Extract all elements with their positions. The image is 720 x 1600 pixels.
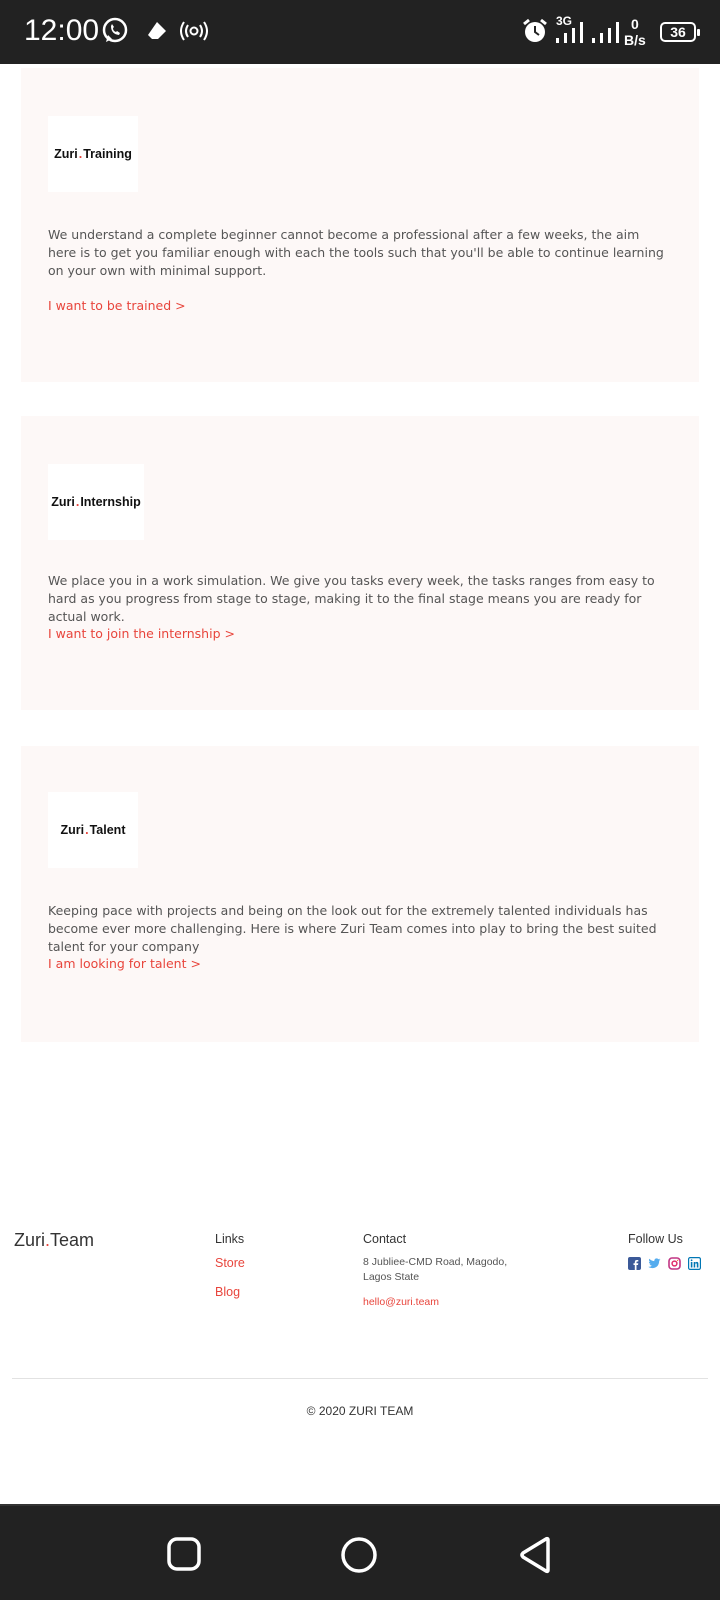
navigation-bar (0, 1504, 720, 1600)
talent-logo: Zuri. Talent (48, 792, 138, 868)
internship-description: We place you in a work simulation. We gi… (48, 573, 655, 624)
internship-link[interactable]: I want to join the internship > (48, 626, 235, 641)
logo-prefix: Zuri (14, 1230, 45, 1250)
talent-description: Keeping pace with projects and being on … (48, 903, 657, 954)
contact-title: Contact (363, 1232, 407, 1246)
whatsapp-icon (102, 17, 128, 43)
follow-title: Follow Us (628, 1232, 683, 1246)
logo-suffix: Team (50, 1230, 95, 1250)
internship-logo: Zuri. Internship (48, 464, 144, 540)
training-link[interactable]: I want to be trained > (48, 298, 186, 313)
instagram-icon[interactable] (668, 1257, 681, 1270)
footer-logo[interactable]: Zuri.Team (14, 1230, 94, 1251)
talent-card: Zuri. Talent Keeping pace with projects a… (21, 746, 699, 1042)
network-speed: 0 B/s (624, 16, 646, 48)
eraser-icon (148, 22, 166, 39)
hotspot-icon (180, 21, 208, 41)
logo-prefix: Zuri (54, 147, 78, 161)
recents-button[interactable] (166, 1536, 202, 1572)
blog-link[interactable]: Blog (215, 1285, 240, 1299)
battery-icon: 36 (660, 22, 700, 42)
back-button[interactable] (518, 1536, 554, 1574)
training-description: We understand a complete beginner cannot… (48, 227, 664, 278)
logo-prefix: Zuri (60, 823, 85, 837)
twitter-icon[interactable] (648, 1257, 661, 1270)
status-time: 12:00 (24, 14, 100, 47)
signal-icon (556, 22, 583, 43)
contact-address: 8 Jubliee-CMD Road, Magodo, Lagos State (363, 1256, 508, 1283)
talent-link[interactable]: I am looking for talent > (48, 956, 201, 971)
network-speed-value: 0 (631, 16, 639, 32)
signal-icon (592, 22, 619, 43)
training-logo: Zuri. Training (48, 116, 138, 192)
copyright: © 2020 ZURI TEAM (306, 1404, 414, 1418)
logo-suffix: Training (83, 147, 132, 161)
alarm-icon (523, 18, 547, 42)
contact-email[interactable]: hello@zuri.team (363, 1296, 439, 1308)
internship-card: Zuri. Internship We place you in a work s… (21, 416, 699, 710)
training-card: Zuri. Training We understand a complete b… (21, 68, 699, 382)
store-link[interactable]: Store (215, 1256, 245, 1270)
logo-suffix: Internship (80, 495, 141, 509)
logo-suffix: Talent (89, 823, 126, 837)
home-button[interactable] (340, 1536, 378, 1574)
status-bar: 12:00 3G 0 B/s 36 (0, 0, 720, 64)
logo-prefix: Zuri (51, 495, 75, 509)
linkedin-icon[interactable] (688, 1257, 701, 1270)
network-speed-unit: B/s (624, 32, 646, 48)
footer-divider (12, 1378, 708, 1379)
links-title: Links (215, 1232, 245, 1246)
facebook-icon[interactable] (628, 1257, 641, 1270)
